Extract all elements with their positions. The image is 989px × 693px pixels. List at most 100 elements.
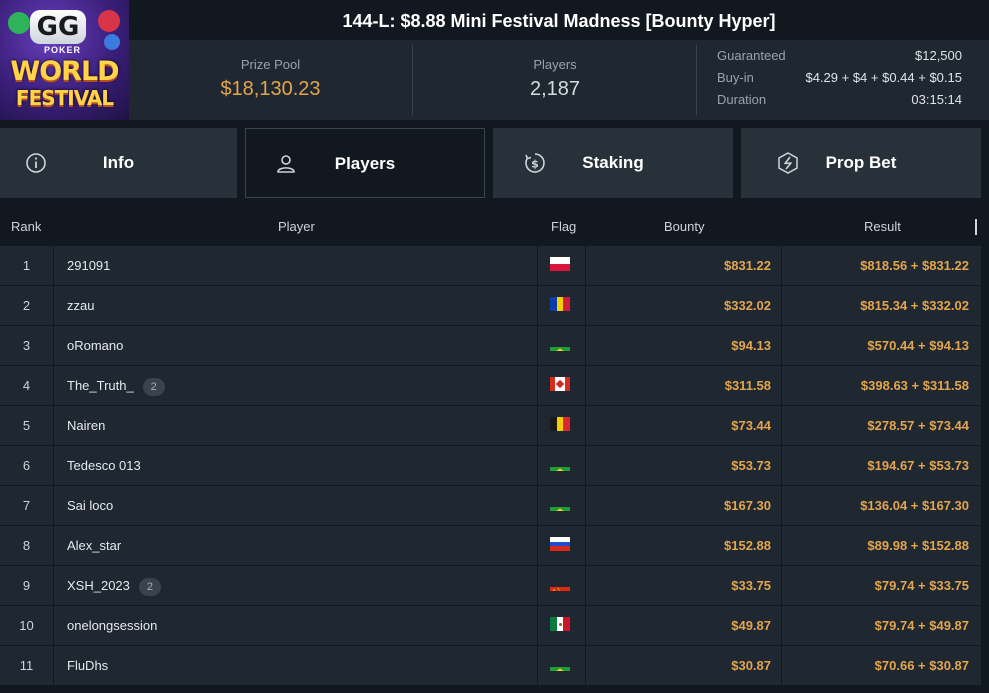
player-cell: XSH_2023 2	[55, 566, 538, 605]
result-cell: $89.98 + $152.88	[867, 538, 969, 553]
player-cell: Tedesco 013	[55, 446, 538, 485]
result-cell: $815.34 + $332.02	[860, 298, 969, 313]
table-row[interactable]: 1 291091 $831.22 $818.56 + $831.22	[0, 246, 981, 286]
buyin-row: Buy-in $4.29 + $4 + $0.44 + $0.15	[717, 70, 962, 92]
bounty-cell: $831.22	[587, 246, 782, 285]
header-result[interactable]: Result	[864, 219, 901, 234]
table-row[interactable]: 7 Sai loco $167.30 $136.04 + $167.30	[0, 486, 981, 526]
rank-cell: 5	[0, 406, 54, 445]
logo-decoration-ball	[8, 12, 30, 34]
tab-info[interactable]: Info	[0, 128, 237, 198]
guaranteed-value: $12,500	[915, 48, 962, 63]
country-flag-icon	[550, 537, 570, 551]
flag-cell	[539, 446, 586, 485]
player-cell: zzau	[55, 286, 538, 325]
gg-world-festival-logo: GG POKER WORLD FESTIVAL	[0, 0, 129, 120]
logo-world-text: WORLD	[10, 56, 119, 87]
table-row[interactable]: 4 The_Truth_ 2 $311.58 $398.63 + $311.58	[0, 366, 981, 406]
player-cell: Nairen	[55, 406, 538, 445]
player-name[interactable]: 291091	[67, 258, 110, 273]
players-label: Players	[533, 57, 577, 72]
tab-players-label: Players	[334, 154, 396, 173]
result-cell: $79.74 + $33.75	[874, 578, 969, 593]
rank-cell: 10	[0, 606, 54, 645]
rank-cell: 4	[0, 366, 54, 405]
tab-info-label: Info	[102, 153, 135, 172]
table-row[interactable]: 9 XSH_2023 2 $33.75 $79.74 + $33.75	[0, 566, 981, 606]
player-name[interactable]: oRomano	[67, 338, 123, 353]
bounty-cell: $49.87	[587, 606, 782, 645]
prize-pool-label: Prize Pool	[240, 57, 301, 72]
prize-pool-value: $18,130.23	[220, 78, 321, 100]
table-row[interactable]: 2 zzau $332.02 $815.34 + $332.02	[0, 286, 981, 326]
player-cell: oRomano	[55, 326, 538, 365]
player-name[interactable]: Tedesco 013	[67, 458, 141, 473]
flag-cell	[539, 646, 586, 685]
player-name[interactable]: The_Truth_	[67, 378, 134, 393]
table-row[interactable]: 6 Tedesco 013 $53.73 $194.67 + $53.73	[0, 446, 981, 486]
player-cell: onelongsession	[55, 606, 538, 645]
tab-staking-label: Staking	[582, 153, 644, 172]
tab-prop-bet[interactable]: Prop Bet	[741, 128, 981, 198]
player-name[interactable]: Nairen	[67, 418, 105, 433]
prize-pool-stat: Prize Pool $18,130.23	[129, 40, 412, 120]
header-flag[interactable]: Flag	[551, 219, 576, 234]
bounty-cell: $53.73	[587, 446, 782, 485]
table-header: Rank Player Flag Bounty Result	[0, 206, 981, 246]
rank-cell: 2	[0, 286, 54, 325]
bounty-cell: $73.44	[587, 406, 782, 445]
player-name[interactable]: XSH_2023	[67, 578, 130, 593]
player-name[interactable]: Alex_star	[67, 538, 121, 553]
result-cell: $398.63 + $311.58	[860, 378, 969, 393]
player-name[interactable]: zzau	[67, 298, 94, 313]
bounty-cell: $311.58	[587, 366, 782, 405]
table-row[interactable]: 3 oRomano $94.13 $570.44 + $94.13	[0, 326, 981, 366]
player-name[interactable]: onelongsession	[67, 618, 157, 633]
tab-staking[interactable]: $ Staking	[493, 128, 733, 198]
bounty-cell: $167.30	[587, 486, 782, 525]
tab-prop-bet-label: Prop Bet	[825, 153, 897, 172]
country-flag-icon	[550, 657, 570, 671]
country-flag-icon	[550, 457, 570, 471]
bounty-cell: $33.75	[587, 566, 782, 605]
country-flag-icon	[550, 297, 570, 311]
logo-festival-text: FESTIVAL	[15, 86, 114, 110]
stat-divider	[696, 45, 697, 115]
duration-value: 03:15:14	[911, 92, 962, 107]
header-rank[interactable]: Rank	[11, 219, 41, 234]
player-name[interactable]: FluDhs	[67, 658, 108, 673]
rank-cell: 9	[0, 566, 54, 605]
rank-cell: 1	[0, 246, 54, 285]
result-cell: $70.66 + $30.87	[874, 658, 969, 673]
result-cell: $818.56 + $831.22	[860, 258, 969, 273]
player-cell: FluDhs	[55, 646, 538, 685]
logo-decoration-ball	[98, 10, 120, 32]
duration-row: Duration 03:15:14	[717, 92, 962, 114]
flag-cell	[539, 606, 586, 645]
country-flag-icon	[550, 377, 570, 391]
table-row[interactable]: 5 Nairen $73.44 $278.57 + $73.44	[0, 406, 981, 446]
tournament-header: GG POKER WORLD FESTIVAL 144-L: $8.88 Min…	[0, 0, 989, 120]
guaranteed-row: Guaranteed $12,500	[717, 48, 962, 70]
country-flag-icon	[550, 257, 570, 271]
bounty-cell: $152.88	[587, 526, 782, 565]
buyin-label: Buy-in	[717, 70, 754, 85]
header-player[interactable]: Player	[278, 219, 315, 234]
player-name[interactable]: Sai loco	[67, 498, 113, 513]
players-table: Rank Player Flag Bounty Result 1 291091 $8…	[0, 206, 981, 686]
table-row[interactable]: 11 FluDhs $30.87 $70.66 + $30.87	[0, 646, 981, 686]
tab-bar: Info Players $ Staking Prop Bet	[0, 128, 989, 198]
scrollbar[interactable]	[975, 219, 977, 235]
players-stat: Players 2,187	[413, 40, 697, 120]
table-row[interactable]: 10 onelongsession $49.87 $79.74 + $49.87	[0, 606, 981, 646]
flag-cell	[539, 366, 586, 405]
logo-decoration-ball	[104, 34, 120, 50]
header-bounty[interactable]: Bounty	[664, 219, 704, 234]
player-cell: Sai loco	[55, 486, 538, 525]
table-row[interactable]: 8 Alex_star $152.88 $89.98 + $152.88	[0, 526, 981, 566]
country-flag-icon	[550, 617, 570, 631]
tab-players[interactable]: Players	[245, 128, 485, 198]
table-body: 1 291091 $831.22 $818.56 + $831.22 2 zzau $332…	[0, 246, 981, 686]
rank-cell: 3	[0, 326, 54, 365]
bounty-cell: $332.02	[587, 286, 782, 325]
